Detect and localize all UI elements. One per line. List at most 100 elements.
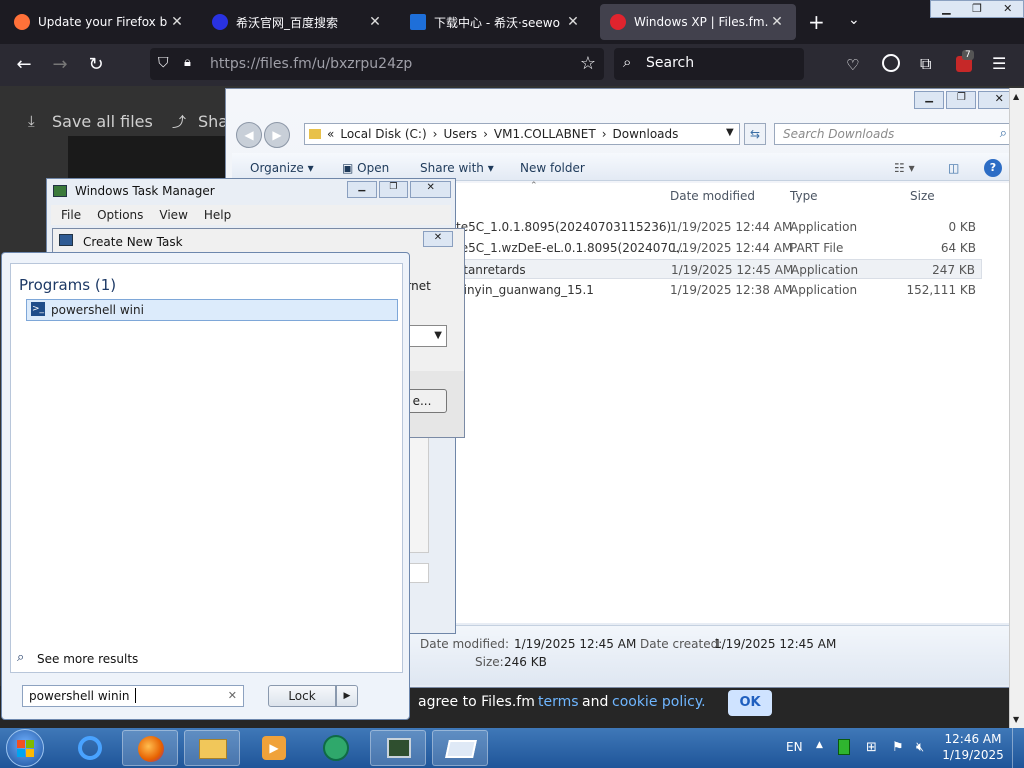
close-icon[interactable]: ✕ (366, 14, 384, 30)
account-icon[interactable] (882, 54, 900, 72)
help-icon[interactable]: ? (984, 159, 1002, 177)
breadcrumb-item[interactable]: Downloads (613, 127, 679, 141)
volume-muted-icon[interactable]: 🔇︎ (916, 740, 924, 755)
menu-help[interactable]: Help (204, 208, 231, 222)
power-options-arrow-icon[interactable]: ▶ (336, 685, 358, 707)
folder-icon (309, 129, 321, 139)
breadcrumb-overflow[interactable]: « (327, 127, 334, 141)
close-button[interactable]: ✕ (992, 1, 1023, 17)
close-button[interactable]: ✕ (410, 181, 451, 198)
reload-button[interactable]: ↻ (84, 54, 108, 76)
address-bar[interactable]: « Local Disk (C:) › Users › VM1.COLLABNE… (304, 123, 740, 145)
menu-file[interactable]: File (61, 208, 81, 222)
refresh-icon[interactable]: ⇆ (744, 123, 766, 145)
clock-date[interactable]: 1/19/2025 (942, 748, 1004, 762)
breadcrumb-item[interactable]: Local Disk (C:) (340, 127, 426, 141)
minimize-button[interactable]: ▁ (914, 91, 945, 109)
shield-icon[interactable]: ⛉ (158, 55, 169, 71)
page-scrollbar[interactable]: ▲ ▼ (1009, 88, 1024, 728)
taskbar-run-dialog[interactable] (432, 730, 488, 766)
back-button[interactable]: ← (12, 54, 36, 76)
show-desktop-button[interactable] (1012, 728, 1024, 768)
taskbar-explorer[interactable] (184, 730, 240, 766)
web-search-box[interactable]: ⌕ Search (614, 48, 804, 80)
taskbar-media-player[interactable]: ▶ (246, 730, 302, 766)
action-center-flag-icon[interactable]: ⚑ (892, 740, 904, 755)
url-bar[interactable]: ⛉ 🔒︎ https://files.fm/u/bxzrpu24zp ☆ (150, 48, 604, 80)
open-button[interactable]: ▣ Open (342, 161, 389, 175)
tray-app-icon[interactable] (838, 739, 850, 755)
tab-seewo-download[interactable]: 下载中心 - 希沃·seewo ✕ (400, 4, 592, 40)
menu-options[interactable]: Options (97, 208, 143, 222)
start-button[interactable] (6, 729, 44, 767)
language-indicator[interactable]: EN (786, 740, 803, 754)
new-tab-button[interactable]: + (808, 10, 825, 34)
minimize-button[interactable]: ▁ (931, 1, 962, 17)
close-button[interactable]: ✕ (423, 231, 453, 247)
explorer-forward-button[interactable]: ▶ (264, 122, 290, 148)
share-with-button[interactable]: Share with ▾ (420, 161, 494, 175)
close-icon[interactable]: ✕ (768, 14, 786, 30)
start-search-input[interactable]: powershell winin ✕ (22, 685, 244, 707)
scroll-down-icon[interactable]: ▼ (1013, 715, 1019, 724)
url-text[interactable]: https://files.fm/u/bxzrpu24zp (210, 56, 412, 72)
taskbar-app-green[interactable] (308, 730, 364, 766)
extensions-icon[interactable]: ⧉ (920, 54, 931, 74)
search-icon[interactable]: ⌕ (1000, 126, 1007, 141)
minimize-button[interactable]: ▁ (347, 181, 377, 198)
search-placeholder: Search Downloads (783, 127, 895, 141)
organize-button[interactable]: Organize ▾ (250, 161, 314, 175)
search-result-item[interactable]: >_ powershell wini (26, 299, 398, 321)
terms-link[interactable]: terms (538, 694, 579, 710)
process-list-scrollbar[interactable] (409, 437, 429, 553)
table-row[interactable]: pinyin_guanwang_15.1 1/19/2025 12:38 AM … (452, 280, 1012, 300)
share-button[interactable]: Sha (198, 112, 228, 131)
cookie-ok-button[interactable]: OK (728, 690, 772, 716)
taskbar-firefox[interactable] (122, 730, 178, 766)
menu-view[interactable]: View (159, 208, 187, 222)
save-all-files-button[interactable]: Save all files (52, 112, 153, 131)
extension-badge: 7 (962, 50, 974, 60)
new-folder-button[interactable]: New folder (520, 161, 585, 175)
table-row-selected[interactable]: stanretards 1/19/2025 12:45 AM Applicati… (452, 259, 982, 279)
breadcrumb-separator[interactable]: › (433, 127, 438, 141)
cookie-policy-link[interactable]: cookie policy. (612, 694, 706, 710)
table-row[interactable]: te5C_1.0.1.8095(20240703115236) 1/19/202… (452, 217, 1012, 237)
address-dropdown-icon[interactable]: ▼ (726, 127, 734, 138)
preview-pane-icon[interactable]: ◫ (948, 161, 959, 175)
column-header-type[interactable]: Type (790, 189, 818, 203)
lock-icon[interactable]: 🔒︎ (184, 55, 191, 70)
menu-icon[interactable]: ☰ (992, 54, 1006, 73)
taskbar-internet-explorer[interactable] (62, 730, 118, 766)
maximize-button[interactable]: ❐ (962, 1, 993, 17)
network-icon[interactable]: ⊞ (866, 740, 877, 755)
explorer-search-input[interactable]: Search Downloads ⌕ (774, 123, 1014, 145)
pocket-icon[interactable]: ♡ (846, 56, 859, 74)
maximize-button[interactable]: ❐ (946, 91, 977, 109)
see-more-results-link[interactable]: See more results (37, 652, 138, 666)
taskbar-task-manager[interactable] (370, 730, 426, 766)
clock-time[interactable]: 12:46 AM (942, 732, 1004, 746)
breadcrumb-separator[interactable]: › (483, 127, 488, 141)
bookmark-star-icon[interactable]: ☆ (580, 53, 596, 74)
tab-list-chevron-icon[interactable]: ⌄ (848, 12, 860, 28)
table-row[interactable]: te5C_1.wzDeE-eL.0.1.8095(2024070... 1/19… (452, 238, 1012, 258)
scroll-up-icon[interactable]: ▲ (1013, 92, 1019, 101)
maximize-button[interactable]: ❐ (378, 181, 409, 198)
clear-search-icon[interactable]: ✕ (228, 689, 237, 702)
column-header-size[interactable]: Size (910, 189, 935, 203)
breadcrumb-separator[interactable]: › (602, 127, 607, 141)
breadcrumb-item[interactable]: VM1.COLLABNET (494, 127, 596, 141)
breadcrumb-item[interactable]: Users (443, 127, 477, 141)
column-header-date[interactable]: Date modified (670, 189, 755, 203)
view-options-icon[interactable]: ☷ ▾ (894, 161, 915, 175)
explorer-back-button[interactable]: ◀ (236, 122, 262, 148)
lock-button[interactable]: Lock (268, 685, 336, 707)
tab-baidu-search[interactable]: 希沃官网_百度搜索 ✕ (202, 4, 394, 40)
close-icon[interactable]: ✕ (564, 14, 582, 30)
forward-button[interactable]: → (48, 54, 72, 76)
tab-firefox-update[interactable]: Update your Firefox browse ✕ (4, 4, 196, 40)
show-hidden-icons-icon[interactable]: ▲ (816, 740, 823, 750)
tab-files-fm[interactable]: Windows XP | Files.fm. ✕ (600, 4, 796, 40)
close-icon[interactable]: ✕ (168, 14, 186, 30)
